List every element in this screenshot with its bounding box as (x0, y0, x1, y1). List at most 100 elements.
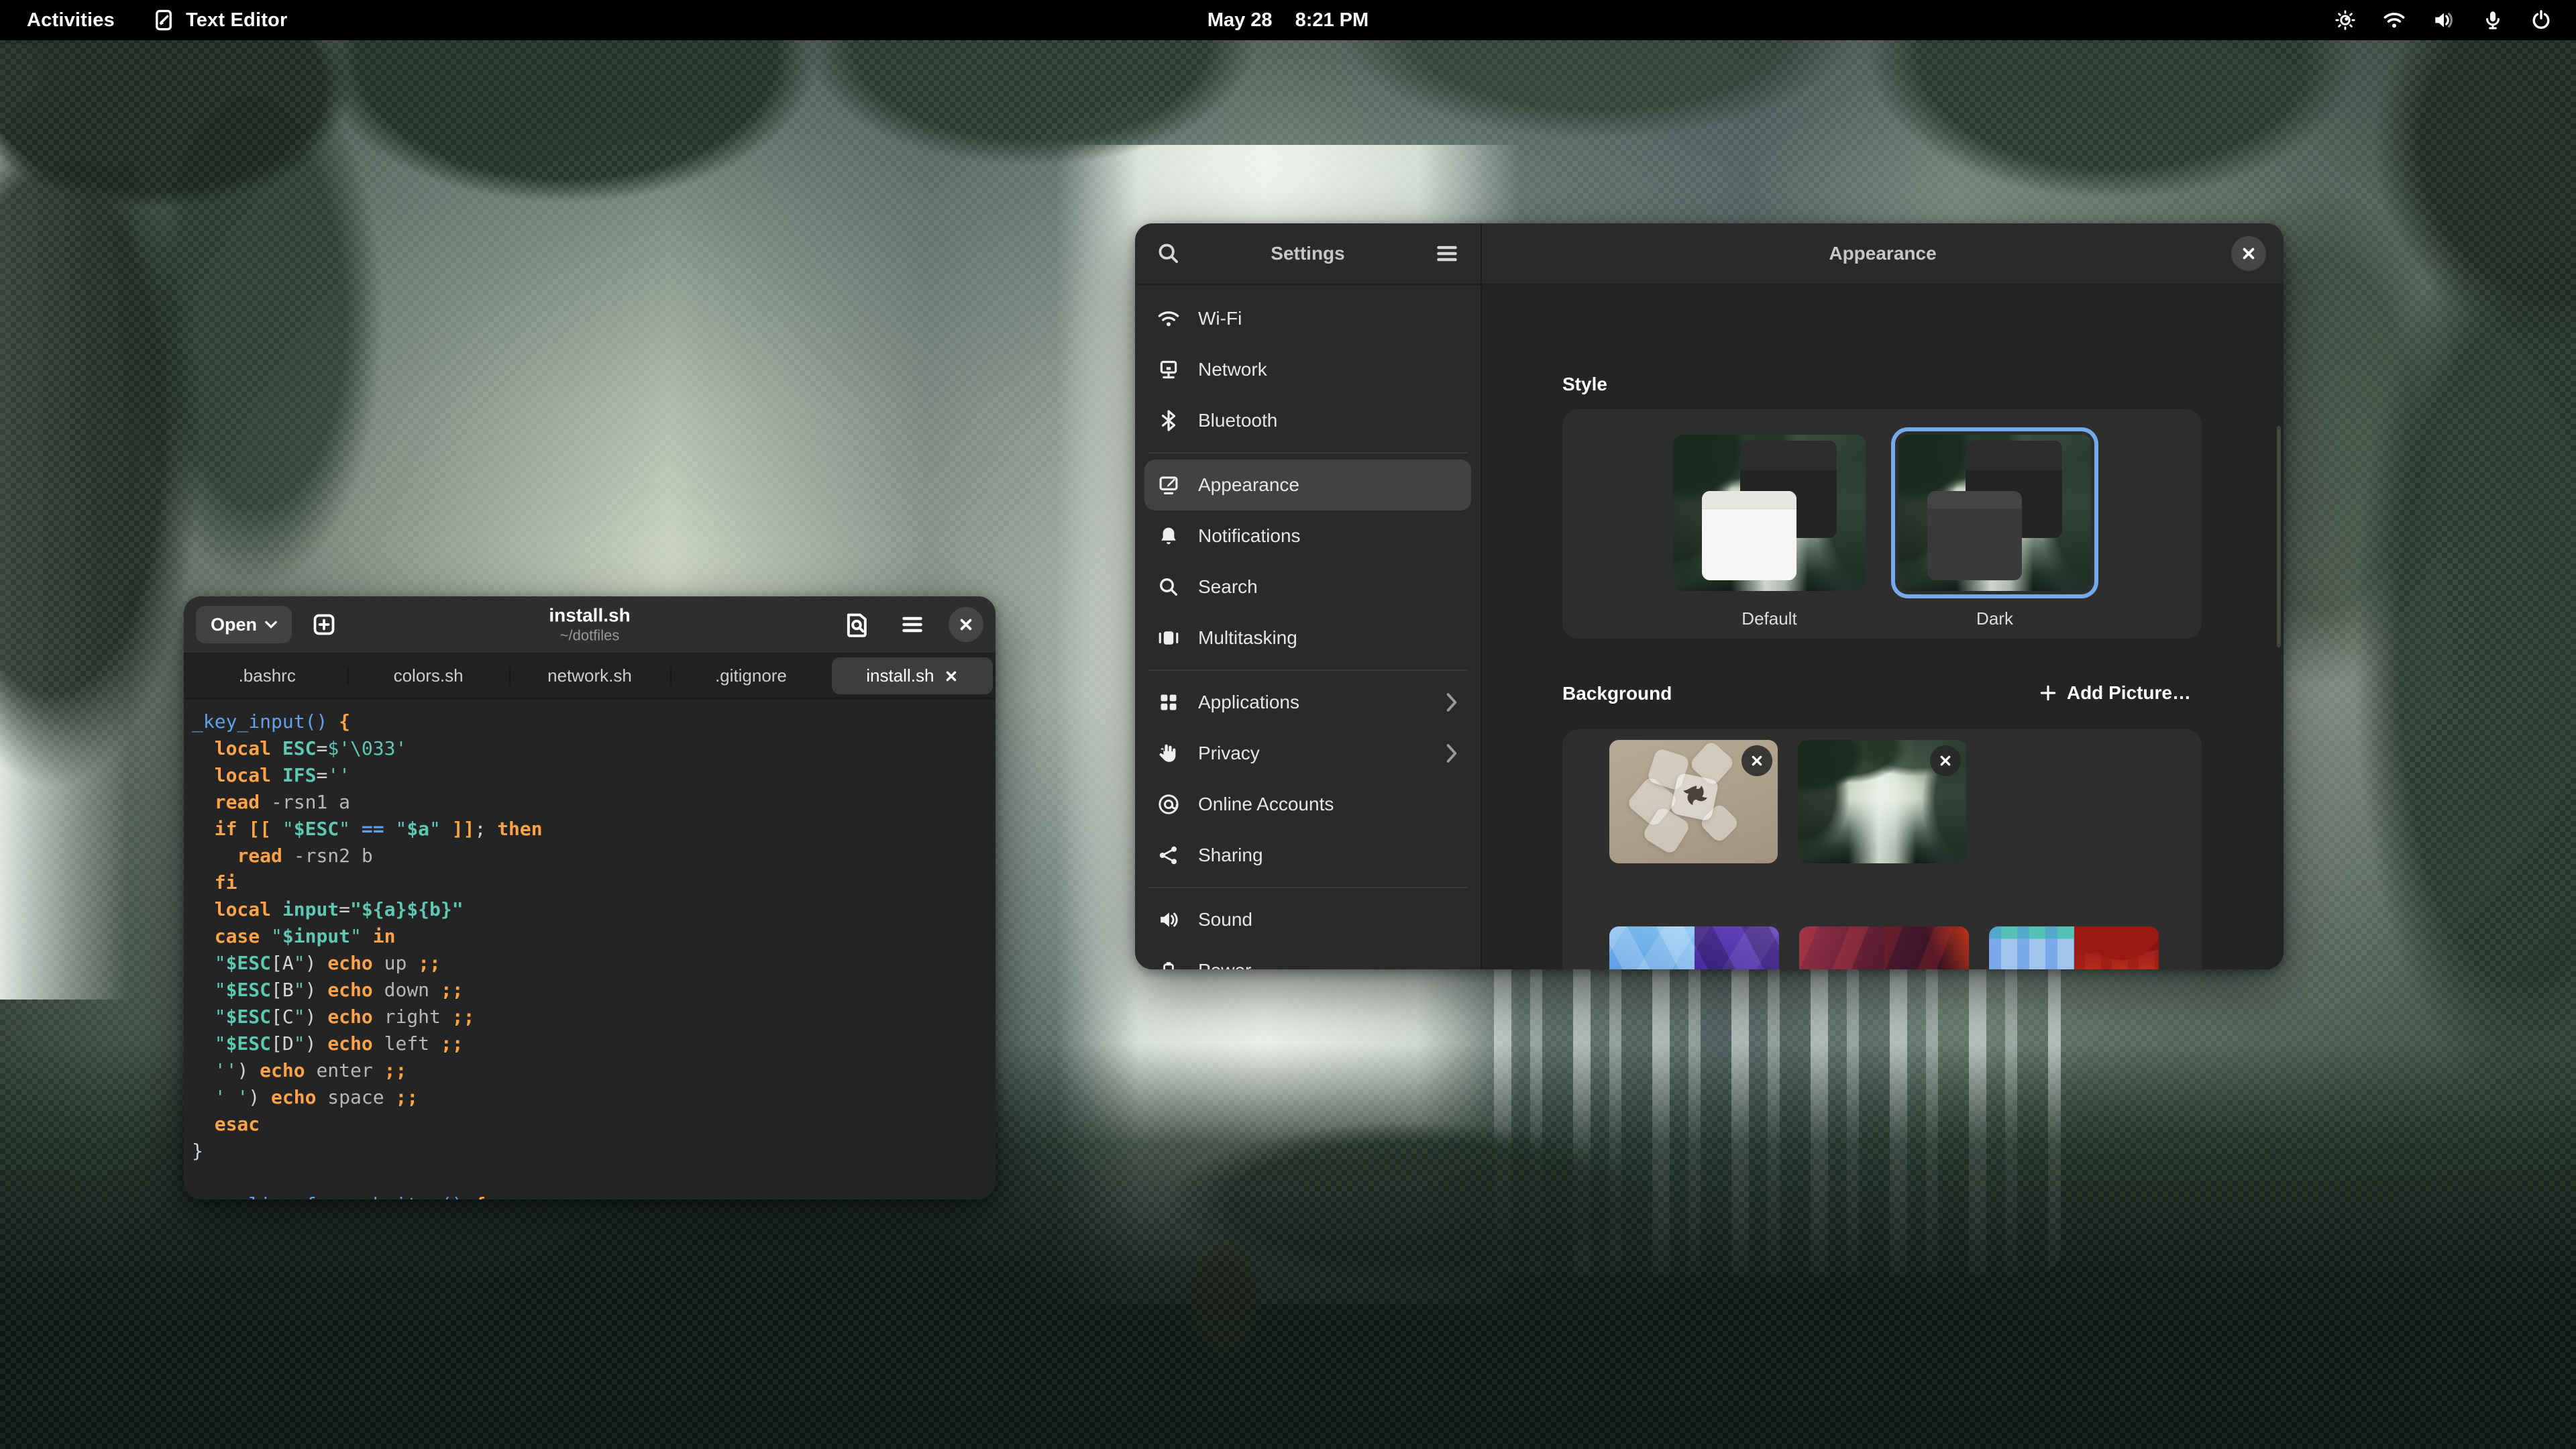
sound-icon (1157, 908, 1181, 931)
sidebar-item-notifications[interactable]: Notifications (1144, 511, 1471, 561)
style-option-default[interactable]: Default (1673, 435, 1866, 639)
sidebar-item-label: Network (1198, 359, 1267, 380)
blue-purple-geometric-wallpaper[interactable] (1609, 926, 1779, 969)
sidebar-item-applications[interactable]: Applications (1144, 677, 1471, 728)
search-icon (1156, 241, 1181, 266)
wifi-icon (1157, 307, 1181, 330)
sidebar-item-label: Applications (1198, 692, 1299, 713)
focused-app-name: Text Editor (186, 9, 288, 32)
nav-divider (1148, 887, 1467, 888)
chevron-right-icon (1444, 743, 1459, 763)
nav-divider (1148, 452, 1467, 453)
blue-orange-drips-wallpaper[interactable] (1989, 926, 2159, 969)
tab-label: network.sh (547, 665, 632, 686)
sidebar-item-label: Bluetooth (1198, 410, 1277, 431)
multitasking-icon (1157, 627, 1181, 649)
dragon-tiles-wallpaper[interactable] (1609, 740, 1778, 863)
editor-tab-colors-sh[interactable]: colors.sh (347, 657, 508, 694)
wifi-icon (2383, 9, 2406, 32)
sidebar-item-multitasking[interactable]: Multitasking (1144, 612, 1471, 663)
bell-icon (1157, 525, 1181, 547)
sidebar-item-wi-fi[interactable]: Wi-Fi (1144, 293, 1471, 344)
open-document-button[interactable]: Open (196, 606, 292, 643)
power-icon (1157, 959, 1181, 969)
code-line: "$ESC[B") echo down ;; (192, 977, 989, 1004)
code-line: } (192, 1138, 989, 1165)
code-line (192, 1165, 989, 1191)
window-close-button[interactable] (949, 607, 983, 642)
search-document-button[interactable] (839, 606, 876, 643)
tab-label: .bashrc (239, 665, 296, 686)
remove-wallpaper-button[interactable] (1741, 745, 1772, 776)
chevron-down-icon (265, 620, 277, 629)
appearance-panel-body: Style DefaultDark Background Add Picture… (1482, 285, 2284, 969)
focused-app-indicator[interactable]: Text Editor (152, 9, 288, 32)
editor-tab-install-sh[interactable]: install.sh (832, 657, 993, 694)
settings-menu-button[interactable] (1428, 235, 1466, 272)
sidebar-item-online-accounts[interactable]: Online Accounts (1144, 779, 1471, 830)
forest-waterfall-wallpaper[interactable] (1798, 740, 1966, 863)
code-line: local ESC=$'\033' (192, 735, 989, 762)
system-status-area[interactable] (2334, 0, 2552, 40)
plus-icon (2039, 684, 2057, 702)
background-card (1562, 729, 2202, 969)
sidebar-item-appearance[interactable]: Appearance (1144, 460, 1471, 511)
code-editor-area[interactable]: _key_input() { local ESC=$'\033' local I… (184, 699, 996, 1199)
search-icon (1157, 576, 1181, 598)
settings-nav-list: Wi-Fi Network Bluetooth Appearance Notificat… (1135, 285, 1481, 969)
close-icon (959, 617, 973, 632)
tab-label: .gitignore (715, 665, 787, 686)
sidebar-item-label: Appearance (1198, 474, 1299, 496)
style-thumbnail-dark[interactable] (1898, 435, 2091, 591)
sidebar-item-privacy[interactable]: Privacy (1144, 728, 1471, 779)
add-picture-button[interactable]: Add Picture… (2027, 673, 2203, 713)
sidebar-item-label: Privacy (1198, 743, 1260, 764)
activities-button[interactable]: Activities (27, 9, 115, 32)
red-maroon-waves-wallpaper-light-half (1799, 926, 1884, 969)
editor-tab-bashrc[interactable]: .bashrc (186, 657, 347, 694)
settings-close-button[interactable] (2231, 236, 2266, 271)
blue-purple-geometric-wallpaper-dark-half (1695, 926, 1780, 969)
sidebar-item-power[interactable]: Power (1144, 945, 1471, 969)
volume-icon (2432, 9, 2455, 32)
new-tab-button[interactable] (305, 606, 343, 643)
code-line: if [[ "$ESC" == "$a" ]]; then (192, 816, 989, 843)
style-card: DefaultDark (1562, 409, 2202, 639)
sidebar-item-label: Sound (1198, 909, 1252, 930)
sidebar-item-label: Sharing (1198, 845, 1263, 866)
tab-close-icon[interactable] (945, 669, 958, 683)
microphone-icon (2482, 9, 2504, 31)
style-option-dark[interactable]: Dark (1898, 435, 2091, 639)
code-line: "$ESC[D") echo left ;; (192, 1030, 989, 1057)
clock-time: 8:21 PM (1295, 9, 1369, 32)
main-menu-button[interactable] (894, 606, 931, 643)
sidebar-item-sharing[interactable]: Sharing (1144, 830, 1471, 881)
style-thumbnail-default[interactable] (1673, 435, 1866, 591)
red-maroon-waves-wallpaper-dark-half (1884, 926, 1970, 969)
nav-divider (1148, 669, 1467, 671)
editor-tab-gitignore[interactable]: .gitignore (670, 657, 831, 694)
sidebar-item-sound[interactable]: Sound (1144, 894, 1471, 945)
panel-scrollbar[interactable] (2277, 426, 2281, 647)
code-line: _key_input() { (192, 708, 989, 735)
document-title: install.sh ~/dotfiles (549, 606, 630, 644)
sidebar-item-bluetooth[interactable]: Bluetooth (1144, 395, 1471, 446)
sidebar-item-label: Power (1198, 960, 1251, 969)
power-icon (2530, 9, 2552, 31)
clock-menu-button[interactable]: May 28 8:21 PM (1208, 9, 1368, 32)
close-icon (2241, 246, 2256, 261)
code-line: "$ESC[C") echo right ;; (192, 1004, 989, 1030)
sidebar-item-network[interactable]: Network (1144, 344, 1471, 395)
clock-date: May 28 (1208, 9, 1273, 32)
editor-tab-network-sh[interactable]: network.sh (509, 657, 670, 694)
code-line: local input="${a}${b}" (192, 896, 989, 923)
text-editor-app-icon (152, 9, 175, 32)
appearance-icon (1157, 474, 1181, 496)
user-wallpapers-row (1609, 740, 2202, 863)
remove-wallpaper-button[interactable] (1930, 745, 1961, 776)
sidebar-item-label: Online Accounts (1198, 794, 1334, 815)
settings-search-button[interactable] (1150, 235, 1187, 272)
sidebar-item-search[interactable]: Search (1144, 561, 1471, 612)
settings-sidebar-headerbar: Settings (1135, 223, 1481, 285)
red-maroon-waves-wallpaper[interactable] (1799, 926, 1969, 969)
